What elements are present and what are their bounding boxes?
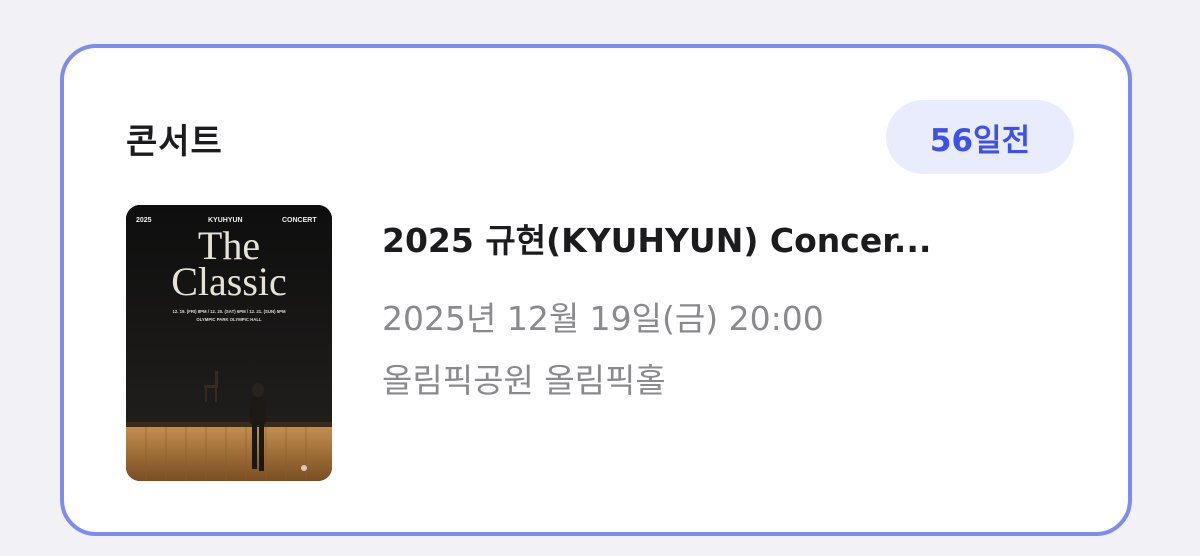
dday-badge: 56일전 xyxy=(886,100,1074,174)
poster-year: 2025 xyxy=(136,217,152,224)
concert-card[interactable]: 콘서트 56일전 2025 KYUHYUN CONCERT The Classi… xyxy=(60,44,1132,536)
concert-datetime: 2025년 12월 19일(금) 20:00 xyxy=(382,299,824,338)
stage-floor xyxy=(126,422,332,481)
poster-schedule: 12. 19. (FRI) 8PM / 12. 20. (SAT) 6PM / … xyxy=(172,309,286,314)
poster-title-line2: Classic xyxy=(171,259,287,304)
category-label: 콘서트 xyxy=(126,122,223,162)
poster-place: OLYMPIC PARK OLYMPIC HALL xyxy=(196,317,262,322)
poster-kind: CONCERT xyxy=(282,217,317,224)
concert-venue: 올림픽공원 올림픽홀 xyxy=(382,361,666,400)
concert-poster-image[interactable]: 2025 KYUHYUN CONCERT The Classic 12. 19.… xyxy=(126,205,332,481)
concert-title: 2025 규현(KYUHYUN) Concer... xyxy=(382,221,932,260)
